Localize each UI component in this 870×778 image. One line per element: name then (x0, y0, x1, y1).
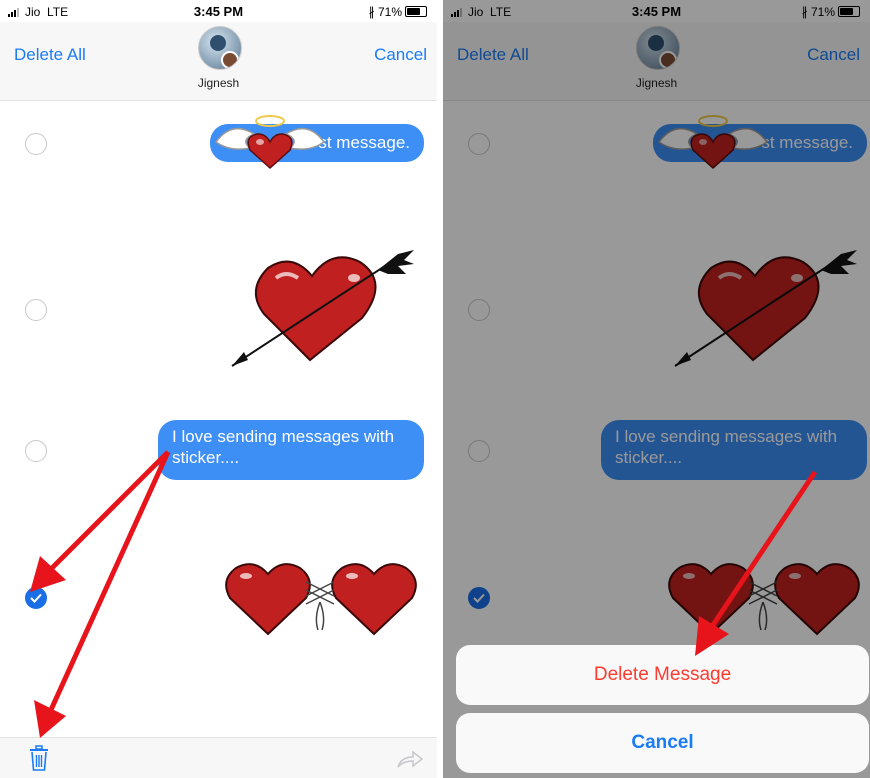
delete-all-button[interactable]: Delete All (14, 45, 86, 65)
battery-percent: 71% (377, 5, 402, 19)
edit-toolbar (0, 737, 437, 778)
messages-edit-screen-right: Jio LTE 3:45 PM ∦ 71% Delete All Jignesh… (443, 0, 870, 778)
message-bubble[interactable]: I love sending messages with sticker.... (158, 420, 424, 480)
conversation-header: Delete All Jignesh Cancel (0, 22, 437, 101)
bluetooth-icon: ∦ (368, 5, 375, 19)
delete-message-button[interactable]: Delete Message (456, 645, 869, 705)
battery-icon (405, 6, 427, 17)
status-bar: Jio LTE 3:45 PM ∦ 71% (0, 0, 437, 22)
message-text: st message. (318, 133, 410, 152)
contact-avatar[interactable] (197, 26, 242, 70)
battery-status: ∦ 71% (369, 5, 427, 19)
heart-arrow-sticker (231, 250, 414, 367)
action-sheet-cancel-button[interactable]: Cancel (456, 713, 869, 773)
angel-heart-sticker (214, 115, 326, 170)
trash-icon[interactable] (29, 745, 49, 771)
message-text: I love sending messages with sticker.... (172, 427, 395, 467)
messages-edit-screen-left: Jio LTE 3:45 PM ∦ 71% Delete All Jignesh… (0, 0, 437, 778)
message-select-radio[interactable] (25, 133, 47, 155)
contact-name[interactable]: Jignesh (0, 76, 437, 90)
message-select-radio-checked[interactable] (25, 587, 47, 609)
laced-hearts-sticker (225, 563, 417, 636)
message-select-radio[interactable] (25, 440, 47, 462)
cancel-button[interactable]: Cancel (374, 45, 427, 65)
share-icon[interactable] (397, 750, 423, 768)
message-select-radio[interactable] (25, 299, 47, 321)
checkmark-icon (30, 593, 42, 603)
